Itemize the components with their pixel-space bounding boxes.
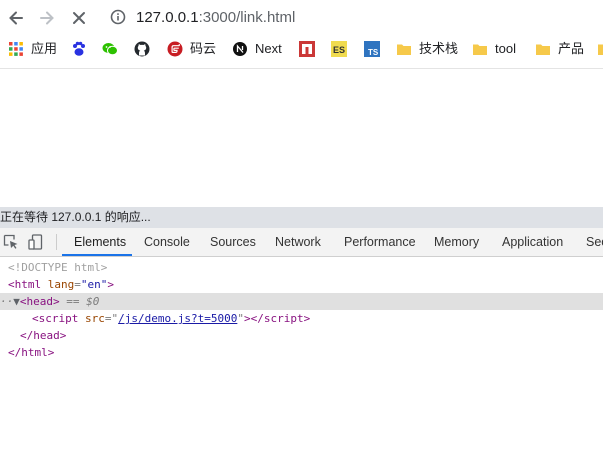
bookmark-label: tool: [495, 41, 516, 56]
device-toolbar-button[interactable]: [28, 234, 44, 250]
folder-icon: [597, 41, 603, 57]
tab-application[interactable]: Application: [502, 228, 563, 256]
bookmarks-bar: 应用 码云 Next ES TS 技术栈 tool 产品: [0, 37, 603, 61]
folder-icon: [535, 41, 551, 57]
inspect-element-button[interactable]: [3, 234, 19, 250]
dom-node-html[interactable]: <html lang="en">: [0, 276, 603, 293]
folder-icon: [396, 41, 412, 57]
script-close-tag: script: [263, 312, 304, 325]
selected-node-marker: == $0: [59, 295, 100, 308]
devtools-tabbar: Elements Console Sources Network Perform…: [0, 228, 603, 257]
svg-text:TS: TS: [368, 48, 379, 57]
active-tab-indicator: [62, 254, 132, 256]
gitee-icon: [167, 41, 183, 57]
wechat-icon: [102, 41, 118, 57]
inspect-cursor-icon: [3, 234, 18, 249]
toolbar-divider: [56, 234, 57, 250]
html-attr-name: lang: [47, 278, 75, 291]
bookmark-gitee[interactable]: 码云: [167, 37, 216, 61]
back-button[interactable]: [4, 6, 28, 30]
tab-performance[interactable]: Performance: [344, 228, 416, 256]
tab-elements[interactable]: Elements: [74, 228, 126, 256]
arrow-left-icon: [9, 11, 23, 25]
device-icon: [28, 234, 43, 250]
bookmark-folder-more[interactable]: [597, 37, 603, 61]
bookmark-folder-techstack[interactable]: 技术栈: [396, 37, 458, 61]
html-attr-value: "en": [80, 278, 108, 291]
html-tag-name: html: [14, 278, 42, 291]
svg-text:ES: ES: [333, 45, 345, 55]
script-tag-name: script: [38, 312, 79, 325]
expand-triangle-icon[interactable]: ▼: [13, 295, 20, 308]
github-icon: [134, 41, 150, 57]
dom-node-head-close[interactable]: </head>: [0, 327, 603, 344]
ellipsis-icon: ··: [0, 295, 14, 308]
head-close-tag: </head>: [20, 329, 67, 342]
status-bar: 正在等待 127.0.0.1 的响应...: [0, 207, 603, 228]
info-icon: [110, 9, 126, 25]
stop-button[interactable]: [67, 6, 91, 30]
bookmark-apps[interactable]: 应用: [8, 37, 57, 61]
tab-sources[interactable]: Sources: [210, 228, 256, 256]
script-attr-name: src: [85, 312, 105, 325]
address-bar[interactable]: 127.0.0.1:3000/link.html: [104, 2, 601, 32]
tab-console[interactable]: Console: [144, 228, 190, 256]
bookmark-label: Next: [255, 41, 282, 56]
forward-button[interactable]: [35, 6, 59, 30]
dom-node-doctype[interactable]: <!DOCTYPE html>: [0, 259, 603, 276]
dom-node-script[interactable]: <script src="/js/demo.js?t=5000"></scrip…: [0, 310, 603, 327]
bookmark-label: 应用: [31, 41, 58, 56]
bookmark-baidu[interactable]: [71, 37, 94, 61]
folder-icon: [472, 41, 488, 57]
baidu-paw-icon: [71, 41, 87, 57]
script-src-link[interactable]: /js/demo.js?t=5000: [118, 312, 237, 325]
bookmark-wechat[interactable]: [102, 37, 125, 61]
html-close-tag: </html>: [8, 346, 55, 359]
url-text: 127.0.0.1:3000/link.html: [136, 9, 295, 26]
page-viewport: [0, 68, 603, 208]
dom-node-head-selected[interactable]: ··▼<head> == $0: [0, 293, 603, 310]
bookmark-ts[interactable]: TS: [364, 37, 387, 61]
arrow-right-icon: [40, 11, 54, 25]
bookmark-label: 技术栈: [419, 41, 459, 56]
bookmark-npm[interactable]: [299, 37, 322, 61]
tab-network[interactable]: Network: [275, 228, 321, 256]
bookmark-github[interactable]: [134, 37, 157, 61]
doctype-text: <!DOCTYPE html>: [8, 261, 108, 274]
tab-memory[interactable]: Memory: [434, 228, 479, 256]
es-icon: ES: [331, 41, 347, 57]
browser-toolbar: 127.0.0.1:3000/link.html 应用 码云 Next ES T…: [0, 0, 603, 68]
bookmark-label: 产品: [558, 41, 585, 56]
url-path: :3000/link.html: [198, 8, 296, 26]
npm-icon: [299, 41, 315, 57]
nextjs-icon: [232, 41, 248, 57]
ts-icon: TS: [364, 41, 380, 57]
bookmark-next[interactable]: Next: [232, 37, 282, 61]
bookmark-folder-tool[interactable]: tool: [472, 37, 516, 61]
bookmark-label: 码云: [190, 41, 217, 56]
bookmark-folder-product[interactable]: 产品: [535, 37, 584, 61]
dom-node-html-close[interactable]: </html>: [0, 344, 603, 361]
close-icon: [73, 12, 85, 24]
head-tag-name: head: [26, 295, 54, 308]
bookmark-es[interactable]: ES: [331, 37, 354, 61]
status-text: 正在等待 127.0.0.1 的响应...: [0, 210, 151, 224]
devtools-panel: Elements Console Sources Network Perform…: [0, 228, 603, 475]
url-host: 127.0.0.1: [136, 8, 199, 26]
tab-security[interactable]: Sec: [586, 228, 603, 256]
apps-grid-icon: [8, 41, 24, 57]
